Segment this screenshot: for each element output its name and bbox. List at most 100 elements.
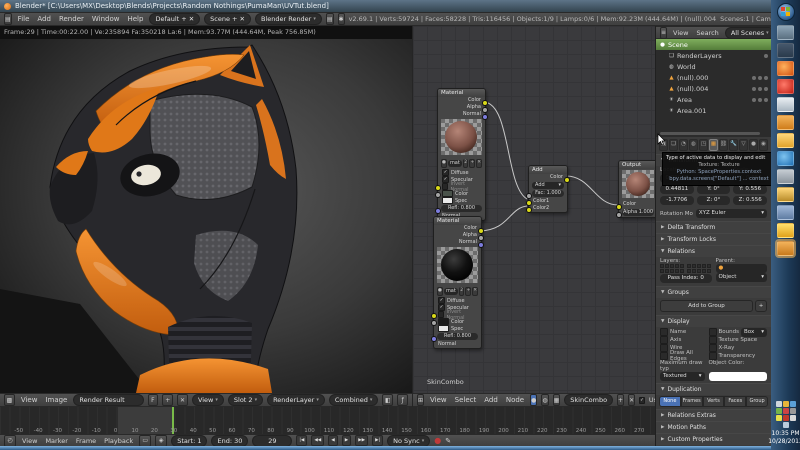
- end-frame-field[interactable]: End: 30: [211, 434, 249, 447]
- duplication-none-button[interactable]: None: [659, 396, 681, 407]
- outliner-menu-view[interactable]: View: [671, 29, 690, 37]
- node-tree-selector[interactable]: SkinCombo: [564, 394, 614, 406]
- taskbar-image-folder-icon[interactable]: [777, 186, 794, 202]
- taskbar-photo-viewer-icon[interactable]: [777, 204, 794, 220]
- node-title[interactable]: Material: [434, 217, 481, 225]
- file-icon[interactable]: ▤: [325, 13, 334, 25]
- reflectivity-slider[interactable]: Refl: 0.800: [437, 333, 478, 340]
- panel-duplication[interactable]: ▼ Duplication: [656, 383, 771, 395]
- pass-index-field[interactable]: Pass Index: 0: [660, 274, 712, 283]
- selectability-icon[interactable]: [758, 75, 762, 80]
- display-draw-all-edges-checkbox[interactable]: Draw All Edges: [660, 350, 705, 362]
- panel-custom-properties[interactable]: ▶ Custom Properties: [656, 433, 771, 445]
- duplication-faces-button[interactable]: Faces: [724, 396, 747, 407]
- tab-texture-icon[interactable]: ▦: [709, 139, 718, 151]
- screen-layout-selector[interactable]: Default + ✕: [149, 13, 201, 25]
- slot-dropdown[interactable]: Slot 2 ▾: [227, 394, 264, 406]
- color-input-socket[interactable]: [431, 313, 437, 319]
- image-menu-view[interactable]: View: [19, 396, 40, 404]
- outliner-menu-search[interactable]: Search: [694, 29, 720, 37]
- tab-object-icon[interactable]: ◳: [699, 139, 708, 151]
- material-node-2[interactable]: Material Color Alpha Normal ● mat 2 + ✕ …: [431, 216, 484, 349]
- taskbar-clock[interactable]: 10:35 PM 10/28/2013: [768, 430, 800, 446]
- reflectivity-slider[interactable]: Refl: 0.800: [441, 205, 482, 212]
- visibility-icon[interactable]: [752, 86, 756, 91]
- color-input-socket[interactable]: [616, 204, 622, 210]
- object-color-swatch[interactable]: [708, 372, 767, 381]
- material-node-1[interactable]: Material Color Alpha Normal ● mat 2 + ✕ …: [435, 88, 488, 221]
- outliner-item-scene[interactable]: ● Scene: [656, 39, 771, 50]
- diffuse-toggle[interactable]: ✓ Diffuse: [438, 169, 485, 176]
- jump-end-button[interactable]: ▶|: [372, 435, 384, 446]
- play-reverse-button[interactable]: ◀: [328, 435, 338, 446]
- tray-icon-5[interactable]: [782, 408, 789, 414]
- outliner-item-area[interactable]: ☀ Area: [656, 94, 771, 105]
- selectability-icon[interactable]: [758, 97, 762, 102]
- unlink-tree-button[interactable]: ✕: [628, 394, 636, 406]
- rotation-mode-dropdown[interactable]: XYZ Euler ▾: [695, 209, 767, 218]
- renderability-icon[interactable]: [764, 86, 768, 91]
- taskbar-active-capture-app-icon[interactable]: [777, 240, 794, 256]
- duplication-frames-button[interactable]: Frames: [680, 396, 703, 407]
- render-pass-dropdown[interactable]: Combined ▾: [328, 394, 379, 406]
- menu-render[interactable]: Render: [57, 15, 86, 23]
- panel-display[interactable]: ▼ Display: [656, 315, 771, 327]
- invert-normal-toggle[interactable]: Invert Normal: [438, 181, 485, 193]
- pivot-icon[interactable]: ◧: [382, 394, 394, 406]
- prev-keyframe-button[interactable]: ◀◀: [311, 435, 325, 446]
- add-to-group-button[interactable]: Add to Group: [660, 300, 753, 312]
- normal-input-socket[interactable]: [431, 336, 437, 342]
- new-material-button[interactable]: +: [465, 287, 472, 296]
- new-image-button[interactable]: +: [162, 394, 174, 406]
- taskbar-window-app-icon[interactable]: [777, 168, 794, 184]
- panel-transform-locks[interactable]: ▶ Transform Locks: [656, 233, 771, 245]
- tray-icon-4[interactable]: [775, 408, 782, 414]
- blend-mode-dropdown[interactable]: Add ▾: [532, 182, 564, 189]
- taskbar-firefox-icon[interactable]: [777, 60, 794, 76]
- tray-icon-1[interactable]: [775, 401, 782, 407]
- menu-file[interactable]: File: [16, 15, 32, 23]
- unlink-material-button[interactable]: ✕: [472, 287, 478, 296]
- new-material-button[interactable]: +: [469, 159, 476, 168]
- shader-nodes-toggle-icon[interactable]: ●: [530, 394, 538, 406]
- keying-set-icon[interactable]: ✎: [445, 437, 451, 445]
- parent-type-dropdown[interactable]: Object ▾: [715, 273, 767, 282]
- color-output-socket[interactable]: [564, 177, 570, 183]
- tab-physics-icon[interactable]: ◉: [759, 139, 768, 151]
- outliner-item-area-001[interactable]: ☀ Area.001: [656, 105, 771, 116]
- current-frame-field[interactable]: 29: [252, 434, 293, 447]
- node-menu-select[interactable]: Select: [453, 396, 479, 404]
- use-nodes-checkbox[interactable]: ✓: [639, 396, 645, 404]
- display-bounds-checkbox[interactable]: Bounds Box ▾: [708, 327, 767, 337]
- tl-menu-playback[interactable]: Playback: [102, 437, 135, 445]
- world-nodes-toggle-icon[interactable]: ◍: [541, 394, 549, 406]
- tab-world-icon[interactable]: ◍: [689, 139, 698, 151]
- unlink-image-button[interactable]: ✕: [177, 394, 188, 406]
- normal-input-socket[interactable]: [435, 208, 441, 214]
- node-editor[interactable]: Material Color Alpha Normal ● mat 2 + ✕ …: [412, 26, 683, 407]
- tab-material-icon[interactable]: ●: [749, 139, 758, 151]
- taskbar-remote-app-icon[interactable]: [777, 24, 794, 40]
- node-title[interactable]: Output: [619, 161, 657, 169]
- start-frame-field[interactable]: Start: 1: [171, 434, 208, 447]
- panel-motion-paths[interactable]: ▶ Motion Paths: [656, 421, 771, 433]
- node-menu-node[interactable]: Node: [504, 396, 526, 404]
- normal-output-socket[interactable]: [478, 242, 484, 248]
- tray-network-icon[interactable]: [782, 422, 789, 428]
- color-input-socket[interactable]: [435, 185, 441, 191]
- image-editor-type-icon[interactable]: ▩: [4, 394, 15, 406]
- users-count-button[interactable]: 2: [462, 159, 469, 168]
- output-node[interactable]: Output Color Alpha 1.000: [616, 160, 658, 218]
- renderability-icon[interactable]: [764, 75, 768, 80]
- next-keyframe-button[interactable]: ▶▶: [355, 435, 369, 446]
- plus-button[interactable]: +: [755, 300, 767, 312]
- window-titlebar[interactable]: Blender* [C:\Users\MX\Desktop\Blends\Pro…: [0, 0, 771, 12]
- color2-input-socket[interactable]: [526, 207, 532, 213]
- sync-dropdown[interactable]: No Sync ▾: [387, 434, 431, 447]
- location-y-field[interactable]: 0.44811: [660, 185, 694, 194]
- tab-modifiers-icon[interactable]: 🔧: [729, 139, 738, 151]
- tab-scene-icon[interactable]: ◔: [679, 139, 688, 151]
- tray-icon-6[interactable]: [789, 408, 796, 414]
- tab-constraints-icon[interactable]: ⛓: [719, 139, 728, 151]
- duplication-verts-button[interactable]: Verts: [702, 396, 725, 407]
